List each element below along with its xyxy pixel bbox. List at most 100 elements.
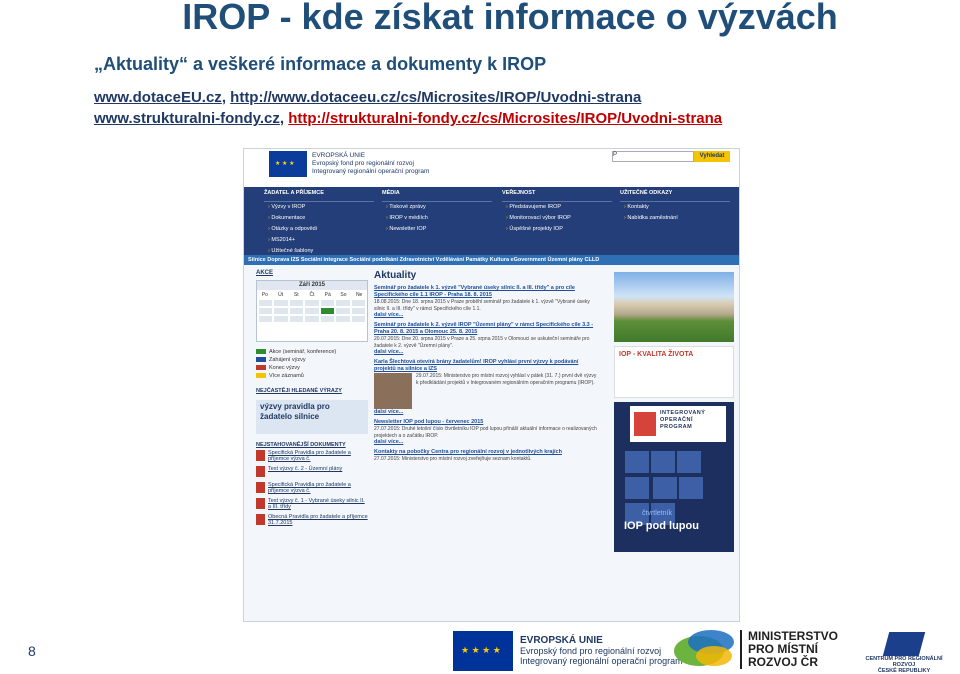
news-title[interactable]: Newsletter IOP pod lupou - červenec 2015: [374, 419, 599, 426]
irop-banner[interactable]: INTEGROVANÝ OPERAČNÍ PROGRAM čtvrtletník…: [614, 402, 734, 552]
news-title[interactable]: Kontakty na pobočky Centra pro regionáln…: [374, 449, 599, 456]
slide-title: IROP - kde získat informace o výzvách: [182, 0, 838, 37]
news-item: Karla Šlechtová otevírá brány žadatelům!…: [374, 359, 599, 415]
calendar-cell[interactable]: [336, 300, 350, 306]
footer-eu-text: EVROPSKÁ UNIE Evropský fond pro regionál…: [520, 635, 683, 667]
menu-col-media: MÉDIA Tiskové zprávy IROP v médiích News…: [382, 187, 492, 235]
menu-item[interactable]: Kontakty: [620, 202, 730, 213]
menu-heading[interactable]: MÉDIA: [382, 187, 492, 202]
news-more-link[interactable]: dalsi více...: [374, 312, 599, 318]
calendar-cell[interactable]: [274, 308, 288, 314]
doc-item[interactable]: Obecná Pravidla pro žadatele a příjemce …: [256, 514, 368, 528]
calendar-cell[interactable]: [351, 308, 365, 314]
doc-item[interactable]: Specifická Pravidla pro žadatele a příje…: [256, 482, 368, 496]
kvalita-zivota-banner[interactable]: IOP - KVALITA ŽIVOTA: [614, 346, 734, 398]
web-search-input[interactable]: P: [612, 151, 694, 162]
faq-heading[interactable]: NEJČASTĚJI HLEDANÉ VÝRAZY: [256, 388, 368, 394]
link-dotaceeu-url[interactable]: http://www.dotaceeu.cz/cs/Microsites/IRO…: [230, 89, 641, 106]
calendar-cell[interactable]: [305, 300, 319, 306]
news-title[interactable]: Karla Šlechtová otevírá brány žadatelům!…: [374, 359, 599, 373]
news-body: 18.08.2015: Dne 18. srpna 2015 v Praze p…: [374, 299, 590, 312]
aktuality-heading: Aktuality: [374, 270, 417, 281]
menu-heading[interactable]: UŽITEČNÉ ODKAZY: [620, 187, 730, 202]
web-header-text: EVROPSKÁ UNIE Evropský fond pro regionál…: [312, 152, 429, 176]
pdf-icon: [256, 514, 265, 525]
calendar-grid[interactable]: [257, 298, 367, 324]
menu-item[interactable]: Newsletter IOP: [382, 224, 492, 235]
menu-item[interactable]: Monitorovací výbor IROP: [502, 213, 612, 224]
tile-icon: [652, 477, 677, 499]
doc-item[interactable]: Specifická Pravidla pro žadatele a příje…: [256, 450, 368, 464]
legend-item: Více záznamů: [256, 372, 368, 380]
calendar-cell-event[interactable]: [320, 308, 335, 314]
legend-label: Zahájení výzvy: [269, 357, 306, 363]
docs-heading[interactable]: NEJSTAHOVANĚJŠÍ DOKUMENTY: [256, 442, 368, 448]
news-more-link[interactable]: dalsi více...: [374, 439, 599, 445]
menu-item[interactable]: Nabídka zaměstnání: [620, 213, 730, 224]
news-title[interactable]: Seminář pro žadatele k 1. výzvě "Vybrané…: [374, 285, 599, 299]
news-title[interactable]: Seminář pro žadatele k 2. výzvě IROP "Úz…: [374, 322, 599, 336]
calendar-cell[interactable]: [259, 316, 273, 322]
calendar[interactable]: Září 2015 Po Út St Čt Pá So Ne: [256, 280, 368, 342]
web-menu: ŽADATEL A PŘÍJEMCE Výzvy v IROP Dokument…: [244, 187, 739, 255]
calendar-cell[interactable]: [320, 300, 335, 306]
link-strukturalni-site[interactable]: www.strukturalni-fondy.cz: [94, 110, 280, 127]
irop-logo-text: INTEGROVANÝ OPERAČNÍ PROGRAM: [660, 410, 705, 431]
link-strukturalni-url[interactable]: http://strukturalni-fondy.cz/cs/Microsit…: [288, 110, 722, 127]
calendar-cell[interactable]: [336, 316, 350, 322]
web-left-column: AKCE Září 2015 Po Út St Čt Pá So Ne Akce…: [256, 270, 368, 528]
calendar-cell[interactable]: [259, 308, 273, 314]
doc-link[interactable]: Specifická Pravidla pro žadatele a příje…: [268, 482, 368, 494]
legend-swatch: [256, 349, 266, 355]
faq-promo[interactable]: výzvy pravidla pro žadatelo silnice: [256, 400, 368, 434]
doc-link[interactable]: Text výzvy č. 2 - Územní plány: [268, 466, 342, 472]
calendar-cell[interactable]: [289, 316, 304, 322]
slide-subtitle: „Aktuality“ a veškeré informace a dokume…: [94, 54, 547, 74]
menu-item[interactable]: MS2014+: [264, 235, 374, 246]
irop-logo: INTEGROVANÝ OPERAČNÍ PROGRAM: [630, 406, 726, 442]
menu-item[interactable]: Dokumentace: [264, 213, 374, 224]
link-dotaceeu-site[interactable]: www.dotaceEU.cz: [94, 89, 222, 106]
doc-item[interactable]: Text výzvy č. 1 - Vybrané úseky silnic I…: [256, 498, 368, 512]
menu-heading[interactable]: VEŘEJNOST: [502, 187, 612, 202]
page-number: 8: [28, 643, 36, 659]
menu-item[interactable]: Výzvy v IROP: [264, 202, 374, 213]
logo-shape: [696, 646, 732, 666]
doc-link[interactable]: Specifická Pravidla pro žadatele a příje…: [268, 450, 368, 462]
doc-link[interactable]: Text výzvy č. 1 - Vybrané úseky silnic I…: [268, 498, 368, 510]
news-more-link[interactable]: dalsi více...: [374, 349, 599, 355]
menu-item[interactable]: Úspěšné projekty IOP: [502, 224, 612, 235]
calendar-cell[interactable]: [259, 300, 273, 306]
akce-heading[interactable]: AKCE: [256, 270, 368, 276]
menu-item[interactable]: Užitečné šablony: [264, 246, 374, 257]
crr-line: ČESKÉ REPUBLIKY: [877, 668, 931, 674]
calendar-cell[interactable]: [305, 308, 319, 314]
news-item: Newsletter IOP pod lupou - červenec 2015…: [374, 419, 599, 445]
menu-col-zadatel: ŽADATEL A PŘÍJEMCE Výzvy v IROP Dokument…: [264, 187, 374, 257]
calendar-cell[interactable]: [305, 316, 319, 322]
legend-swatch: [256, 365, 266, 371]
calendar-cell[interactable]: [274, 316, 288, 322]
calendar-cell[interactable]: [351, 300, 365, 306]
doc-link[interactable]: Obecná Pravidla pro žadatele a příjemce …: [268, 514, 368, 526]
calendar-cell[interactable]: [351, 316, 365, 322]
doc-item[interactable]: Text výzvy č. 2 - Územní plány: [256, 466, 368, 480]
kvalita-zivota-label: IOP - KVALITA ŽIVOTA: [619, 351, 694, 358]
calendar-cell[interactable]: [320, 316, 335, 322]
calendar-cell[interactable]: [289, 300, 304, 306]
menu-item[interactable]: IROP v médiích: [382, 213, 492, 224]
calendar-weekday: Ne: [355, 292, 363, 298]
calendar-cell[interactable]: [274, 300, 288, 306]
calendar-cell[interactable]: [289, 308, 304, 314]
menu-item[interactable]: Tiskové zprávy: [382, 202, 492, 213]
menu-item[interactable]: Představujeme IROP: [502, 202, 612, 213]
calendar-cell[interactable]: [336, 308, 350, 314]
menu-item[interactable]: Otázky a odpovědi: [264, 224, 374, 235]
tile-icon: [625, 477, 649, 499]
menu-heading[interactable]: ŽADATEL A PŘÍJEMCE: [264, 187, 374, 202]
news-more-link[interactable]: dalsi více...: [374, 409, 599, 415]
web-search-button[interactable]: Vyhledat: [694, 151, 730, 162]
irop-logo-line: OPERAČNÍ: [660, 417, 694, 423]
footer-eu-line: Integrovaný regionální operační program: [520, 656, 683, 666]
links-block: www.dotaceEU.cz, http://www.dotaceeu.cz/…: [94, 87, 722, 129]
